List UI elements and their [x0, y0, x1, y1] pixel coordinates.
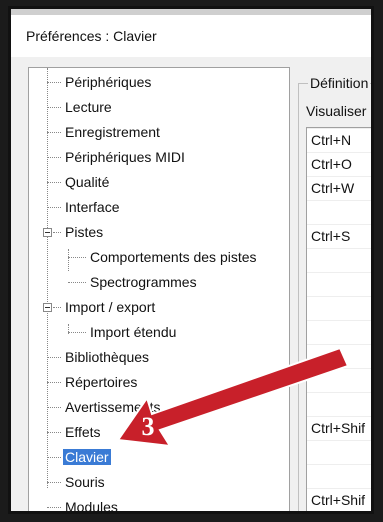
annotation-arrow: 3: [116, 346, 350, 448]
step-number: 3: [142, 412, 155, 441]
